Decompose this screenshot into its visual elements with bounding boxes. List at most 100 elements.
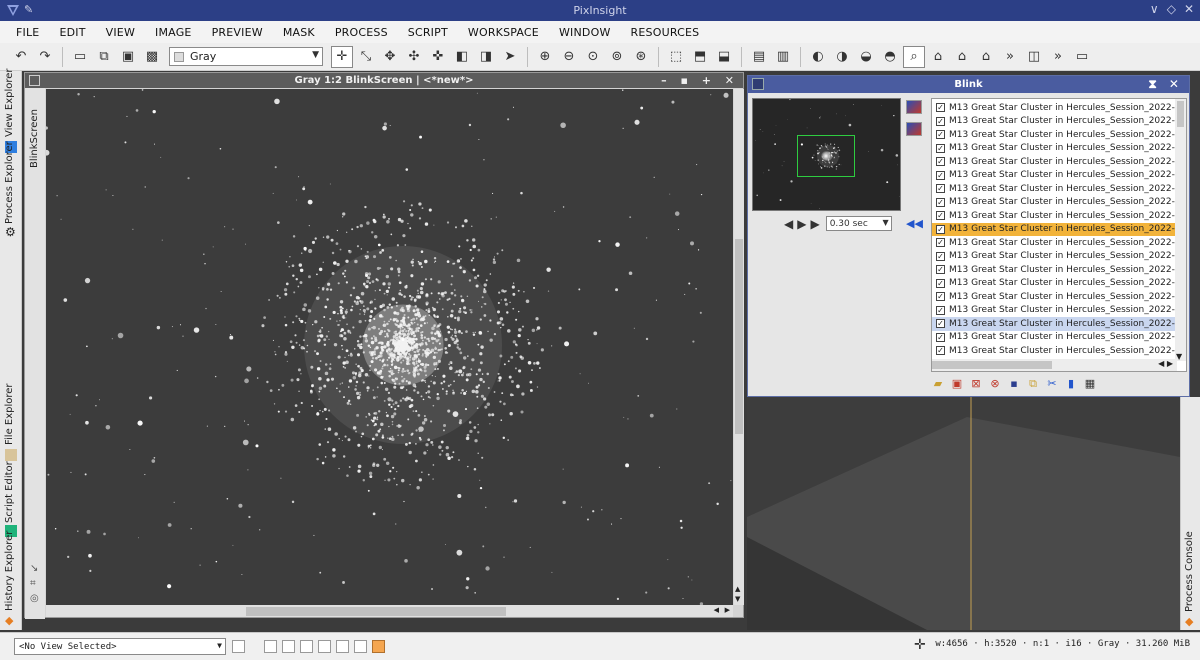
edit-preview-icon[interactable]: ◧	[451, 46, 473, 68]
file-list-item[interactable]: ✓ M13 Great Star Cluster in Hercules_Sess…	[932, 331, 1176, 345]
file-checkbox[interactable]: ✓	[936, 346, 945, 356]
file-list-item[interactable]: ✓ M13 Great Star Cluster in Hercules_Sess…	[932, 263, 1176, 277]
menu-process[interactable]: PROCESS	[325, 26, 398, 39]
file-list-item[interactable]: ✓ M13 Great Star Cluster in Hercules_Sess…	[932, 236, 1176, 250]
zoom-mode-icon[interactable]: ⤡	[355, 46, 377, 68]
file-checkbox[interactable]: ✓	[936, 197, 945, 207]
status-slot-3[interactable]	[300, 640, 313, 653]
menu-resources[interactable]: RESOURCES	[621, 26, 710, 39]
view-select[interactable]: Gray ▼	[169, 47, 323, 66]
more-icon[interactable]: »	[999, 46, 1021, 68]
file-checkbox[interactable]: ✓	[936, 265, 945, 275]
blinkscreen-tab[interactable]: BlinkScreen	[29, 109, 40, 168]
preview-search-icon[interactable]: ⌕	[903, 45, 925, 68]
target-icon[interactable]: ◎	[30, 593, 39, 604]
more-icon-2[interactable]: »	[1047, 46, 1069, 68]
tab-file-explorer[interactable]: File Explorer	[2, 383, 20, 463]
tab-script-editor[interactable]: Script Editor	[2, 461, 20, 539]
new-instance-icon[interactable]: ▭	[69, 46, 91, 68]
file-list-item[interactable]: ✓ M13 Great Star Cluster in Hercules_Sess…	[932, 344, 1176, 358]
stf-icon[interactable]	[906, 122, 922, 136]
file-list-hscroll-thumb[interactable]	[932, 361, 1052, 369]
file-checkbox[interactable]: ✓	[936, 251, 945, 261]
menu-edit[interactable]: EDIT	[49, 26, 95, 39]
menu-view[interactable]: VIEW	[96, 26, 145, 39]
file-list-item[interactable]: ✓ M13 Great Star Cluster in Hercules_Sess…	[932, 250, 1176, 264]
play-icon[interactable]: ▶	[797, 217, 806, 231]
file-checkbox[interactable]: ✓	[936, 238, 945, 248]
blink-preview-thumbnail[interactable]	[752, 98, 901, 211]
file-list-horizontal-scrollbar[interactable]: ◀ ▶	[932, 359, 1177, 371]
image-window-buttons[interactable]: – ▪ + ✕	[661, 73, 739, 88]
file-checkbox[interactable]: ✓	[936, 211, 945, 221]
open-folder-icon[interactable]: ▰	[931, 378, 945, 390]
stf-icon[interactable]: ▤	[748, 46, 770, 68]
zoom-out-icon[interactable]: ⊖	[558, 46, 580, 68]
next-image-icon[interactable]: ▶	[810, 217, 819, 231]
status-slot-1[interactable]	[264, 640, 277, 653]
status-slot-6[interactable]	[354, 640, 367, 653]
file-list-item[interactable]: ✓ M13 Great Star Cluster in Hercules_Sess…	[932, 155, 1176, 169]
menu-preview[interactable]: PREVIEW	[202, 26, 273, 39]
scroll-right-icon[interactable]: ▶	[725, 606, 730, 614]
mask-enable-icon[interactable]: ◐	[807, 46, 829, 68]
undo-icon[interactable]: ↶	[10, 46, 32, 68]
file-list-item[interactable]: ✓ M13 Great Star Cluster in Hercules_Sess…	[932, 277, 1176, 291]
monitor-icon[interactable]: ▭	[1071, 46, 1093, 68]
image-window[interactable]: Gray 1:2 BlinkScreen | <*new*> – ▪ + ✕ B…	[24, 72, 744, 619]
tab-process-explorer[interactable]: Process Explorer ⚙	[2, 141, 20, 238]
roi-rectangle[interactable]	[797, 135, 855, 177]
readout-mode-icon[interactable]: ✛	[331, 45, 353, 68]
view-icon[interactable]	[232, 640, 245, 653]
close-view-icon[interactable]: ▩	[141, 46, 163, 68]
file-list-item[interactable]: ✓ M13 Great Star Cluster in Hercules_Sess…	[932, 128, 1176, 142]
close-selected-icon[interactable]: ⊠	[969, 378, 983, 390]
close-icon[interactable]: ✕	[1184, 2, 1194, 16]
file-checkbox[interactable]: ✓	[936, 305, 945, 315]
file-list-item[interactable]: ✓ M13 Great Star Cluster in Hercules_Sess…	[932, 304, 1176, 318]
maximize-icon[interactable]: ◇	[1167, 2, 1176, 16]
file-checkbox[interactable]: ✓	[936, 184, 945, 194]
file-checkbox[interactable]: ✓	[936, 278, 945, 288]
scroll-down-icon[interactable]: ▼	[735, 595, 740, 603]
status-slot-7[interactable]	[372, 640, 385, 653]
tab-history-explorer[interactable]: History Explorer ◆	[2, 531, 20, 627]
select-all-icon[interactable]: ▣	[950, 378, 964, 390]
file-checkbox[interactable]: ✓	[936, 170, 945, 180]
file-list-item[interactable]: ✓ M13 Great Star Cluster in Hercules_Sess…	[932, 317, 1176, 331]
preview-mode-icon[interactable]: ◨	[475, 46, 497, 68]
mask-show-icon[interactable]: ◑	[831, 46, 853, 68]
fit-view-icon[interactable]: ⬚	[665, 46, 687, 68]
full-screen-icon[interactable]: ⬓	[713, 46, 735, 68]
tab-process-console[interactable]: Process Console	[1184, 531, 1195, 612]
save-icon[interactable]: ▪	[1007, 378, 1021, 390]
file-checkbox[interactable]: ✓	[936, 116, 945, 126]
file-list-item[interactable]: ✓ M13 Great Star Cluster in Hercules_Sess…	[932, 101, 1176, 115]
file-list-item[interactable]: ✓ M13 Great Star Cluster in Hercules_Sess…	[932, 142, 1176, 156]
blink-file-list[interactable]: ✓ M13 Great Star Cluster in Hercules_Sess…	[931, 98, 1187, 372]
previous-image-icon[interactable]: ◀	[784, 217, 793, 231]
minimize-icon[interactable]: ∨	[1150, 2, 1159, 16]
image-horizontal-scroll-thumb[interactable]	[246, 607, 506, 616]
close-all-icon[interactable]: ⊗	[988, 378, 1002, 390]
file-list-item[interactable]: ✓ M13 Great Star Cluster in Hercules_Sess…	[932, 196, 1176, 210]
workspace-add-icon[interactable]: ⌂	[975, 46, 997, 68]
status-view-select[interactable]: <No View Selected> ▼	[14, 638, 226, 655]
mask-invert-icon[interactable]: ◒	[855, 46, 877, 68]
image-window-title-bar[interactable]: Gray 1:2 BlinkScreen | <*new*> – ▪ + ✕	[25, 73, 743, 88]
menu-file[interactable]: FILE	[6, 26, 49, 39]
status-slot-2[interactable]	[282, 640, 295, 653]
file-list-item[interactable]: ✓ M13 Great Star Cluster in Hercules_Sess…	[932, 290, 1176, 304]
pan-mode-icon[interactable]: ✥	[379, 46, 401, 68]
image-vertical-scroll-thumb[interactable]	[735, 239, 743, 434]
menu-image[interactable]: IMAGE	[145, 26, 202, 39]
statistics-icon[interactable]: ▮	[1064, 378, 1078, 390]
image-canvas[interactable]	[46, 89, 733, 605]
file-checkbox[interactable]: ✓	[936, 319, 945, 329]
scroll-arrows-icon[interactable]: ◀ ▶	[1158, 359, 1173, 368]
file-list-item[interactable]: ✓ M13 Great Star Cluster in Hercules_Sess…	[932, 222, 1176, 236]
rewind-icon[interactable]: ◀◀	[906, 217, 923, 230]
blink-title-bar[interactable]: Blink ⧗ ✕	[748, 76, 1189, 93]
file-list-item[interactable]: ✓ M13 Great Star Cluster in Hercules_Sess…	[932, 209, 1176, 223]
scroll-left-icon[interactable]: ◀	[714, 606, 719, 614]
